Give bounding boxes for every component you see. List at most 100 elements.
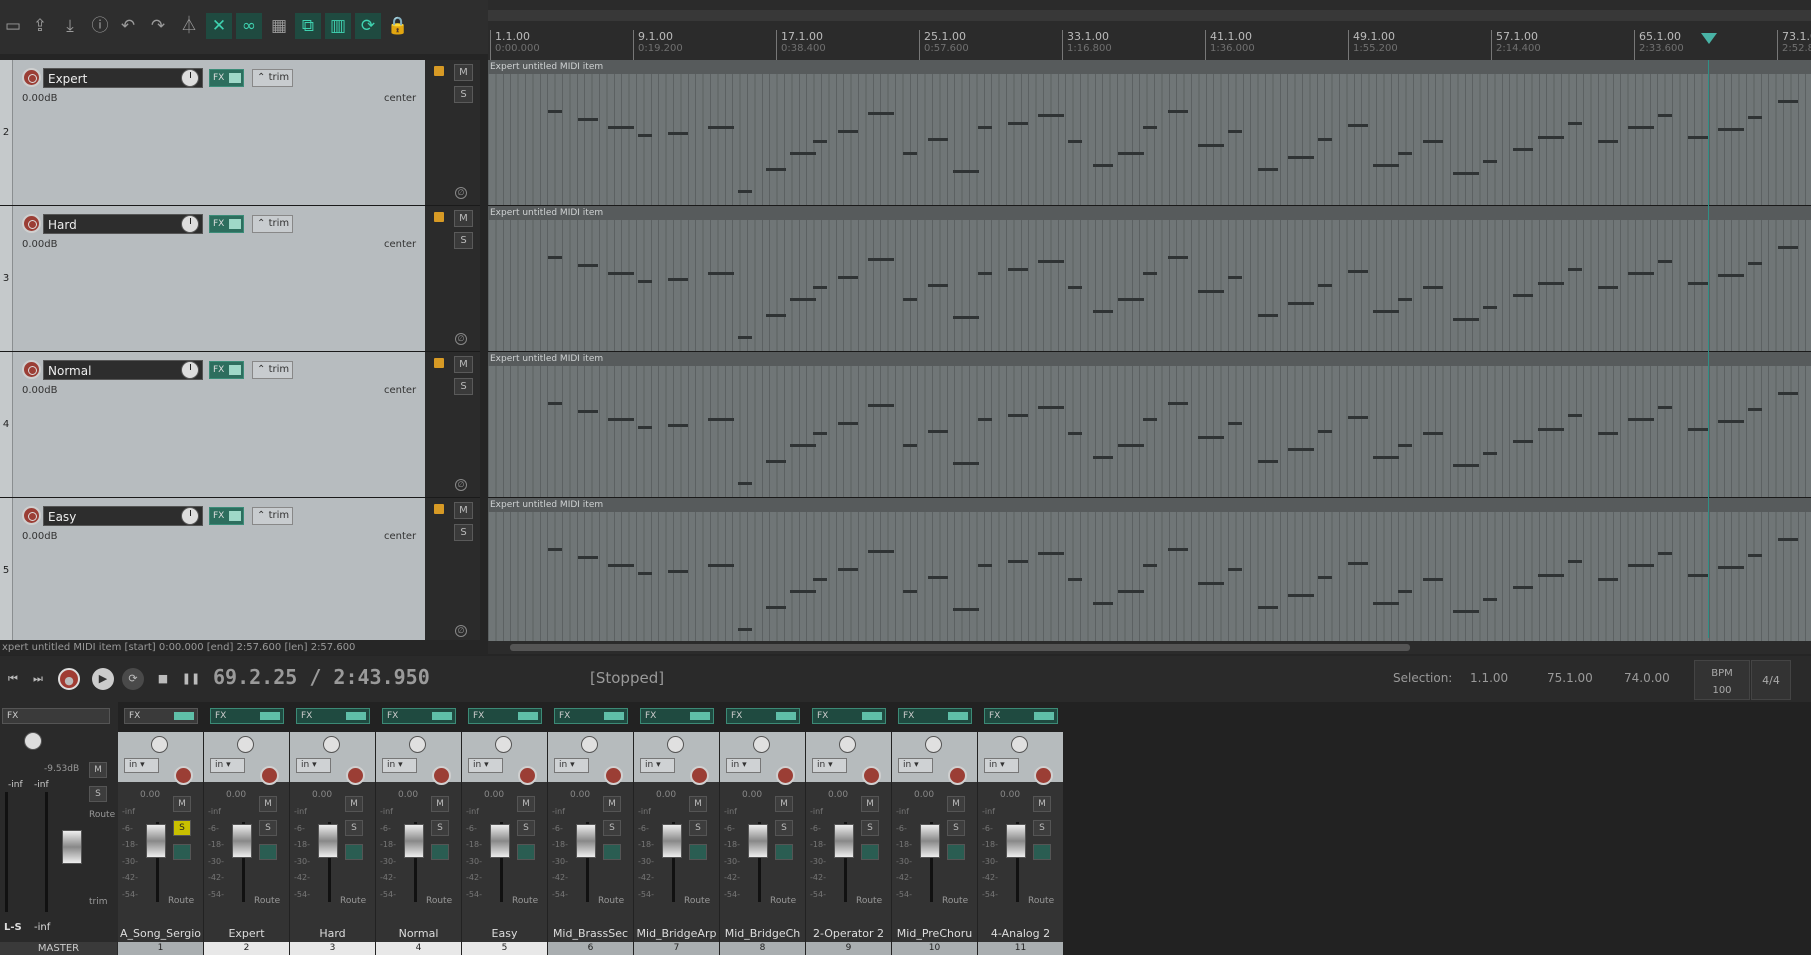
- solo-button[interactable]: S: [689, 820, 707, 836]
- scrollbar-thumb[interactable]: [510, 644, 1410, 651]
- fx-button[interactable]: FX: [209, 507, 244, 525]
- go-to-end-icon[interactable]: ⏭: [27, 668, 49, 690]
- pan-knob[interactable]: [323, 736, 340, 753]
- channel-name[interactable]: Mid_BridgeCh: [720, 925, 805, 942]
- undo-icon[interactable]: ↶: [115, 13, 141, 39]
- channel-name[interactable]: 2-Operator 2: [806, 925, 891, 942]
- auto-crossfade-icon[interactable]: ✕: [206, 13, 232, 39]
- channel-fx-button[interactable]: FX: [296, 708, 370, 724]
- io-icon[interactable]: [434, 358, 444, 368]
- volume-fader[interactable]: [662, 824, 682, 858]
- track-name[interactable]: Easy: [43, 506, 203, 526]
- ruler-marker[interactable]: 41.1.00 1:36.000: [1205, 30, 1255, 60]
- io-icon[interactable]: [434, 212, 444, 222]
- record-arm-button[interactable]: [22, 360, 41, 379]
- phase-invert-icon[interactable]: ∅: [455, 625, 467, 637]
- fx-bypass-toggle[interactable]: [346, 712, 366, 720]
- channel-name[interactable]: Easy: [462, 925, 547, 942]
- selection-length[interactable]: 74.0.00: [1624, 671, 1670, 685]
- input-select[interactable]: in ▾: [124, 758, 159, 773]
- phase-icon[interactable]: [431, 844, 449, 860]
- record-arm-button[interactable]: [948, 766, 967, 785]
- channel-number[interactable]: 6: [548, 942, 633, 955]
- pause-button[interactable]: ❚❚: [180, 668, 202, 690]
- master-route-label[interactable]: Route: [89, 810, 115, 820]
- record-arm-button[interactable]: [776, 766, 795, 785]
- redo-icon[interactable]: ↷: [145, 13, 171, 39]
- channel-fx-button[interactable]: FX: [726, 708, 800, 724]
- horizontal-scrollbar[interactable]: [488, 641, 1811, 654]
- save-project-icon[interactable]: ⤓: [57, 13, 83, 39]
- phase-icon[interactable]: [861, 844, 879, 860]
- fx-bypass-toggle[interactable]: [518, 712, 538, 720]
- input-select[interactable]: in ▾: [812, 758, 847, 773]
- fx-bypass-toggle[interactable]: [604, 712, 624, 720]
- fx-bypass-toggle[interactable]: [229, 365, 241, 375]
- bpm-box[interactable]: BPM 100: [1694, 660, 1750, 700]
- ruler-marker[interactable]: 33.1.00 1:16.800: [1062, 30, 1112, 60]
- track-control-panel[interactable]: 2 Expert FX ⌃ trim 0.00dB center: [0, 60, 425, 206]
- mute-button[interactable]: M: [431, 796, 449, 812]
- input-select[interactable]: in ▾: [210, 758, 245, 773]
- channel-fx-button[interactable]: FX: [124, 708, 198, 724]
- track-control-panel[interactable]: 3 Hard FX ⌃ trim 0.00dB center: [0, 206, 425, 352]
- time-display[interactable]: 69.2.25 / 2:43.950: [213, 665, 430, 689]
- envelope-trim-button[interactable]: ⌃ trim: [252, 507, 293, 525]
- record-arm-button[interactable]: [174, 766, 193, 785]
- route-button[interactable]: Route: [598, 896, 624, 906]
- pan-knob[interactable]: [495, 736, 512, 753]
- channel-name[interactable]: Normal: [376, 925, 461, 942]
- pan-knob[interactable]: [925, 736, 942, 753]
- route-button[interactable]: Route: [1028, 896, 1054, 906]
- pan-knob[interactable]: [151, 736, 168, 753]
- phase-icon[interactable]: [775, 844, 793, 860]
- solo-button[interactable]: S: [861, 820, 879, 836]
- fx-bypass-toggle[interactable]: [229, 511, 241, 521]
- channel-fx-button[interactable]: FX: [984, 708, 1058, 724]
- item-grouping-icon[interactable]: ∞: [236, 13, 262, 39]
- solo-button[interactable]: S: [517, 820, 535, 836]
- midi-item-title[interactable]: Expert untitled MIDI item: [488, 498, 1811, 512]
- selection-end[interactable]: 75.1.00: [1547, 671, 1593, 685]
- ruler-marker[interactable]: 73.1.002:52.8: [1777, 30, 1811, 60]
- master-trim-label[interactable]: trim: [89, 897, 108, 907]
- fx-bypass-toggle[interactable]: [229, 73, 241, 83]
- solo-button[interactable]: S: [947, 820, 965, 836]
- track-lane[interactable]: Expert untitled MIDI item: [488, 60, 1811, 206]
- lock-icon[interactable]: 🔒: [385, 13, 411, 39]
- mute-button[interactable]: M: [603, 796, 621, 812]
- volume-fader[interactable]: [490, 824, 510, 858]
- solo-button[interactable]: S: [173, 820, 191, 836]
- mute-button[interactable]: M: [1033, 796, 1051, 812]
- fx-bypass-toggle[interactable]: [690, 712, 710, 720]
- playhead-marker-icon[interactable]: [1701, 33, 1717, 44]
- midi-item-body[interactable]: [488, 220, 1811, 351]
- master-fader[interactable]: [62, 830, 82, 864]
- mute-button[interactable]: M: [775, 796, 793, 812]
- route-button[interactable]: Route: [512, 896, 538, 906]
- fx-bypass-toggle[interactable]: [776, 712, 796, 720]
- envelope-trim-button[interactable]: ⌃ trim: [252, 361, 293, 379]
- phase-icon[interactable]: [947, 844, 965, 860]
- input-select[interactable]: in ▾: [554, 758, 589, 773]
- stop-button[interactable]: ■: [152, 668, 174, 690]
- grid-icon[interactable]: ▦: [266, 13, 292, 39]
- midi-item-body[interactable]: [488, 512, 1811, 643]
- channel-number[interactable]: 10: [892, 942, 977, 955]
- track-number[interactable]: 5: [0, 498, 13, 643]
- volume-fader[interactable]: [404, 824, 424, 858]
- metronome-icon[interactable]: ⏃: [176, 13, 202, 39]
- record-arm-button[interactable]: [518, 766, 537, 785]
- pan-knob[interactable]: [839, 736, 856, 753]
- record-arm-button[interactable]: [22, 214, 41, 233]
- mute-button[interactable]: M: [689, 796, 707, 812]
- pan-knob[interactable]: [581, 736, 598, 753]
- solo-button[interactable]: S: [431, 820, 449, 836]
- ruler-marker[interactable]: 65.1.00 2:33.600: [1634, 30, 1684, 60]
- track-pan[interactable]: center: [384, 531, 416, 542]
- midi-item-body[interactable]: [488, 366, 1811, 497]
- volume-knob[interactable]: [181, 69, 199, 87]
- channel-name[interactable]: Mid_BrassSec: [548, 925, 633, 942]
- midi-item-title[interactable]: Expert untitled MIDI item: [488, 60, 1811, 74]
- midi-item-body[interactable]: [488, 74, 1811, 205]
